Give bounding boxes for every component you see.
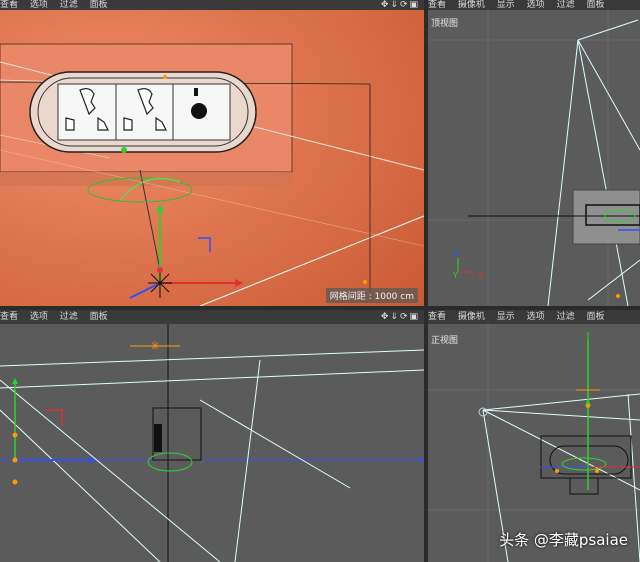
top-scene: Z Y X: [428, 10, 640, 306]
bottom-left-menu-bar: 查看 选项 过滤 面板 ✥ ⇓ ⟳ ▣: [0, 310, 424, 324]
watermark: 头条 @李藏psaiae: [499, 531, 628, 549]
menu-filter[interactable]: 过滤: [557, 0, 575, 10]
menu-display[interactable]: 显示: [497, 0, 515, 10]
menu-filter[interactable]: 过滤: [60, 0, 78, 10]
viewport-divider-vertical[interactable]: [424, 0, 428, 562]
menu-view[interactable]: 查看: [0, 0, 18, 10]
top-right-menu-bar: 查看 摄像机 显示 选项 过滤 面板: [428, 0, 640, 10]
menu-view[interactable]: 查看: [0, 312, 18, 322]
maximize-icon[interactable]: ▣: [409, 0, 418, 10]
viewport-divider-horizontal[interactable]: [0, 306, 640, 310]
menu-camera[interactable]: 摄像机: [458, 0, 485, 10]
down-arrow-icon[interactable]: ⇓: [390, 0, 398, 10]
down-arrow-icon[interactable]: ⇓: [390, 312, 398, 322]
menu-options[interactable]: 选项: [527, 0, 545, 10]
menu-panel[interactable]: 面板: [586, 0, 604, 10]
side-scene: ✳: [0, 324, 424, 562]
top-viewport[interactable]: Z Y X 查看 摄像机 显示 选项 过滤 面板 顶视图: [428, 0, 640, 306]
menu-options[interactable]: 选项: [30, 0, 48, 10]
menu-display[interactable]: 显示: [497, 312, 515, 322]
move-icon[interactable]: ✥: [381, 312, 389, 322]
menu-options[interactable]: 选项: [30, 312, 48, 322]
menu-options[interactable]: 选项: [527, 312, 545, 322]
svg-text:Y: Y: [452, 271, 458, 280]
front-viewport[interactable]: 查看 摄像机 显示 选项 过滤 面板 正视图: [428, 310, 640, 562]
viewport-label-front: 正视图: [431, 336, 459, 346]
viewport-label-top: 顶视图: [431, 19, 459, 29]
move-icon[interactable]: ✥: [381, 0, 389, 10]
maximize-icon[interactable]: ▣: [409, 312, 418, 322]
menu-filter[interactable]: 过滤: [60, 312, 78, 322]
grid-spacing-label: 网格间距 : 1000 cm: [325, 288, 418, 303]
bottom-right-menu-bar: 查看 摄像机 显示 选项 过滤 面板: [428, 310, 640, 324]
perspective-scene: [0, 10, 424, 306]
menu-view[interactable]: 查看: [428, 0, 446, 10]
rotate-icon[interactable]: ⟳: [400, 0, 408, 10]
menu-view[interactable]: 查看: [428, 312, 446, 322]
svg-text:✳: ✳: [150, 339, 160, 353]
svg-text:X: X: [478, 271, 484, 280]
rotate-icon[interactable]: ⟳: [400, 312, 408, 322]
front-scene: [428, 324, 640, 562]
menu-camera[interactable]: 摄像机: [458, 312, 485, 322]
side-viewport[interactable]: ✳ 查看 选项 过滤 面板 ✥ ⇓ ⟳ ▣: [0, 310, 424, 562]
svg-text:Z: Z: [454, 249, 460, 258]
perspective-viewport[interactable]: 查看 选项 过滤 面板 ✥ ⇓ ⟳ ▣ 网格间距 : 1000 cm: [0, 0, 424, 306]
menu-panel[interactable]: 面板: [90, 0, 108, 10]
menu-filter[interactable]: 过滤: [557, 312, 575, 322]
top-left-menu-bar: 查看 选项 过滤 面板 ✥ ⇓ ⟳ ▣: [0, 0, 424, 10]
menu-panel[interactable]: 面板: [90, 312, 108, 322]
menu-panel[interactable]: 面板: [586, 312, 604, 322]
